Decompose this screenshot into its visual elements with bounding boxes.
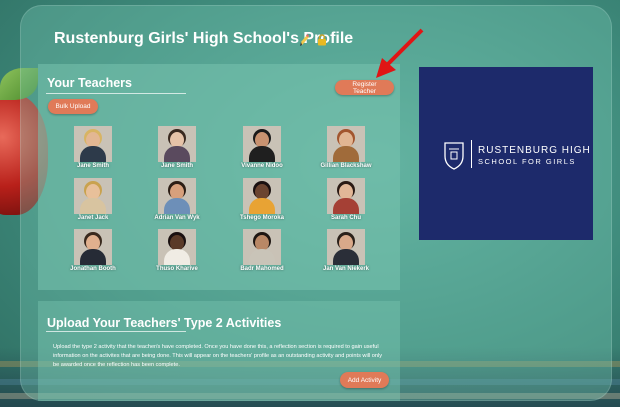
teacher-name[interactable]: Badr Mahomed xyxy=(222,266,302,272)
teacher-card[interactable]: Vivanne Nidoo xyxy=(222,126,302,169)
add-activity-button[interactable]: Add Activity xyxy=(340,372,389,388)
teacher-name[interactable]: Gillian Blackshaw xyxy=(306,163,386,169)
teacher-photo[interactable] xyxy=(243,178,281,214)
teacher-card[interactable]: Jonathan Booth xyxy=(53,229,133,272)
teacher-card[interactable]: Adrian Van Wyk xyxy=(137,178,217,221)
teacher-name[interactable]: Sarah Chu xyxy=(306,215,386,221)
teacher-name[interactable]: Tshego Moroka xyxy=(222,215,302,221)
logo-divider xyxy=(471,140,472,168)
title-icons xyxy=(300,33,330,51)
teacher-name[interactable]: Janet Jack xyxy=(53,215,133,221)
teacher-photo[interactable] xyxy=(74,178,112,214)
teacher-name[interactable]: Jane Smith xyxy=(137,163,217,169)
teacher-card[interactable]: Jane Smith xyxy=(53,126,133,169)
teacher-card[interactable]: Tshego Moroka xyxy=(222,178,302,221)
teacher-photo[interactable] xyxy=(327,229,365,265)
pencil-icon[interactable] xyxy=(300,33,310,46)
teacher-name[interactable]: Jan Van Niekerk xyxy=(306,266,386,272)
teacher-card[interactable]: Jan Van Niekerk xyxy=(306,229,386,272)
teacher-photo[interactable] xyxy=(243,126,281,162)
activities-heading: Upload Your Teachers' Type 2 Activities xyxy=(47,316,282,330)
logo-text-line2: SCHOOL FOR GIRLS xyxy=(478,157,576,166)
teacher-name[interactable]: Adrian Van Wyk xyxy=(137,215,217,221)
teacher-photo[interactable] xyxy=(74,126,112,162)
arrow-icon xyxy=(376,28,424,78)
teacher-name[interactable]: Vivanne Nidoo xyxy=(222,163,302,169)
shield-icon xyxy=(444,142,464,170)
teacher-card[interactable]: Thuso Kharive xyxy=(137,229,217,272)
teacher-photo[interactable] xyxy=(327,126,365,162)
teacher-card[interactable]: Jane Smith xyxy=(137,126,217,169)
teacher-card[interactable]: Sarah Chu xyxy=(306,178,386,221)
teacher-photo[interactable] xyxy=(243,229,281,265)
lock-icon[interactable] xyxy=(317,33,327,46)
bulk-upload-button[interactable]: Bulk Upload xyxy=(48,99,98,114)
logo-text-line1: RUSTENBURG HIGH xyxy=(478,145,591,156)
teacher-photo[interactable] xyxy=(158,229,196,265)
teachers-heading: Your Teachers xyxy=(47,76,132,90)
teacher-name[interactable]: Jonathan Booth xyxy=(53,266,133,272)
teacher-card[interactable]: Janet Jack xyxy=(53,178,133,221)
activities-heading-rule xyxy=(46,331,186,332)
teacher-card[interactable]: Gillian Blackshaw xyxy=(306,126,386,169)
teacher-photo[interactable] xyxy=(74,229,112,265)
school-logo: RUSTENBURG HIGH SCHOOL FOR GIRLS xyxy=(419,67,593,240)
activities-description: Upload the type 2 activity that the teac… xyxy=(53,344,383,368)
teacher-photo[interactable] xyxy=(327,178,365,214)
teachers-heading-rule xyxy=(46,93,186,94)
teacher-photo[interactable] xyxy=(158,126,196,162)
teacher-card[interactable]: Badr Mahomed xyxy=(222,229,302,272)
teacher-name[interactable]: Jane Smith xyxy=(53,163,133,169)
teacher-name[interactable]: Thuso Kharive xyxy=(137,266,217,272)
teacher-photo[interactable] xyxy=(158,178,196,214)
